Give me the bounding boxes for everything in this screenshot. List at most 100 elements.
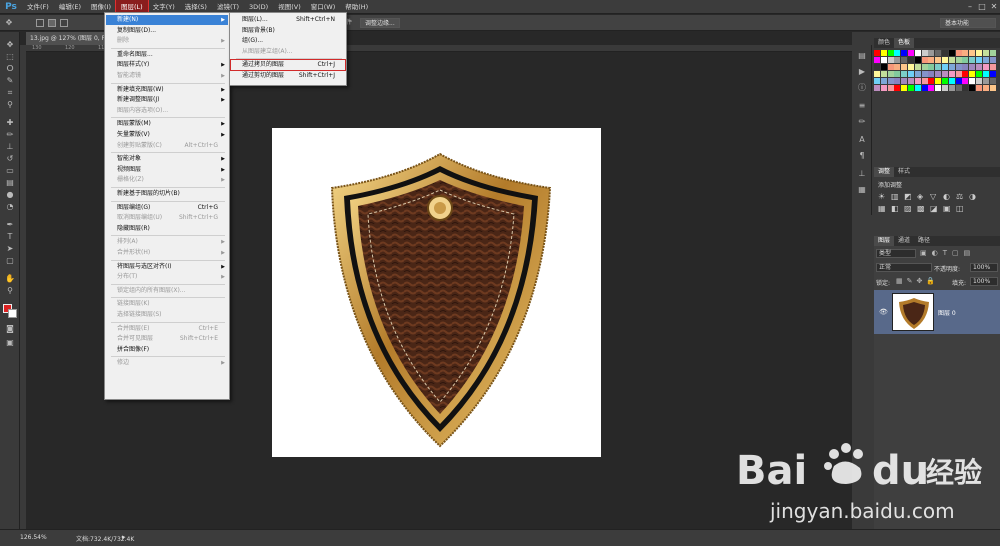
color-swatch[interactable] — [942, 57, 948, 63]
color-swatch[interactable] — [955, 71, 962, 77]
minimize-icon[interactable]: – — [964, 0, 976, 14]
color-swatch[interactable] — [874, 85, 880, 91]
color-swatch[interactable] — [942, 85, 948, 91]
adjustment-icon[interactable]: ▨ — [904, 204, 912, 213]
blur-tool-icon[interactable]: ● — [4, 190, 16, 200]
color-swatch[interactable] — [921, 64, 928, 70]
color-swatch[interactable] — [955, 50, 962, 56]
lock-paint-icon[interactable]: ✎ — [907, 277, 913, 285]
color-swatch[interactable] — [908, 64, 914, 70]
color-swatch[interactable] — [935, 64, 942, 70]
color-swatch[interactable] — [969, 50, 976, 56]
menu-item[interactable]: 隐藏图层(R) — [106, 224, 228, 234]
color-swatch[interactable] — [928, 50, 935, 56]
menu-item[interactable]: 图层背景(B) — [231, 26, 345, 36]
adjustment-icon[interactable]: ◈ — [917, 192, 923, 201]
color-swatch[interactable] — [989, 57, 996, 63]
color-swatch[interactable] — [914, 57, 921, 63]
color-swatch[interactable] — [887, 71, 894, 77]
color-swatch[interactable] — [976, 50, 982, 56]
color-swatch[interactable] — [982, 57, 989, 63]
menu-0[interactable]: 文件(F) — [22, 0, 54, 14]
color-swatch[interactable] — [969, 85, 976, 91]
color-swatch[interactable] — [969, 71, 976, 77]
adjustment-icon[interactable]: ☀ — [878, 192, 885, 201]
color-swatch[interactable] — [874, 57, 880, 63]
tab-color[interactable]: 颜色 — [874, 38, 894, 48]
color-swatch[interactable] — [982, 50, 989, 56]
screen-mode-icon[interactable]: ▣ — [4, 338, 16, 348]
color-swatch[interactable] — [982, 78, 989, 84]
menu-item[interactable]: 将图层与选区对齐(I) ▶ — [106, 262, 228, 272]
add-selection-icon[interactable] — [48, 19, 56, 27]
paragraph-panel-icon[interactable]: ¶ — [856, 151, 868, 161]
menu-item[interactable]: 复制图层(D)... — [106, 26, 228, 36]
adjustment-icon[interactable]: ◪ — [930, 204, 938, 213]
color-swatch[interactable] — [874, 71, 880, 77]
layer-row[interactable]: 👁 图层 0 — [874, 290, 1000, 334]
menu-item[interactable]: 新建填充图层(W) ▶ — [106, 85, 228, 95]
adjustment-icon[interactable]: ▽ — [930, 192, 936, 201]
adjustment-icon[interactable]: ◩ — [904, 192, 912, 201]
document-canvas[interactable] — [272, 128, 601, 457]
color-swatch[interactable] — [962, 57, 969, 63]
color-swatch[interactable] — [874, 50, 880, 56]
adjustment-icon[interactable]: ▣ — [943, 204, 951, 213]
color-swatch[interactable] — [928, 85, 935, 91]
color-swatch[interactable] — [928, 78, 935, 84]
eye-icon[interactable]: 👁 — [879, 308, 888, 316]
color-swatch[interactable] — [914, 50, 921, 56]
color-swatch[interactable] — [962, 85, 969, 91]
actions-panel-icon[interactable]: ▶ — [856, 67, 868, 77]
color-swatch[interactable] — [982, 64, 989, 70]
color-swatch[interactable] — [908, 57, 914, 63]
color-swatch[interactable] — [894, 57, 901, 63]
color-swatch[interactable] — [942, 78, 948, 84]
menu-item[interactable]: 矢量蒙版(V) ▶ — [106, 130, 228, 140]
color-swatch[interactable] — [948, 64, 955, 70]
marquee-tool-icon[interactable]: ⬚ — [4, 52, 16, 62]
color-swatch[interactable] — [887, 78, 894, 84]
color-swatch[interactable] — [921, 71, 928, 77]
adjustment-icon[interactable]: ◧ — [891, 204, 899, 213]
color-swatch[interactable] — [908, 71, 914, 77]
color-swatch[interactable] — [955, 57, 962, 63]
color-swatch[interactable] — [887, 64, 894, 70]
text-tool-icon[interactable]: T — [4, 232, 16, 242]
menu-item[interactable]: 新建(N) ▶ — [106, 15, 228, 25]
color-swatch[interactable] — [901, 50, 908, 56]
lock-position-icon[interactable]: ✥ — [917, 277, 923, 285]
menu-item[interactable]: 视频图层 ▶ — [106, 165, 228, 175]
maximize-icon[interactable]: □ — [976, 0, 988, 14]
shape-filter-icon[interactable]: ▢ — [952, 249, 959, 257]
menu-item[interactable]: 通过剪切的图层 Shift+Ctrl+J — [231, 71, 345, 81]
new-selection-icon[interactable] — [36, 19, 44, 27]
color-swatch[interactable] — [901, 85, 908, 91]
tab-adjustments[interactable]: 调整 — [874, 167, 895, 177]
menu-item[interactable]: 图层样式(Y) ▶ — [106, 60, 228, 70]
adjustment-icon[interactable]: ▩ — [917, 204, 925, 213]
history-brush-tool-icon[interactable]: ↺ — [4, 154, 16, 164]
color-swatch[interactable] — [969, 78, 976, 84]
adjustment-icon[interactable]: ◑ — [969, 192, 976, 201]
color-swatch[interactable] — [935, 50, 942, 56]
tab-styles[interactable]: 样式 — [894, 167, 914, 177]
color-swatch[interactable] — [948, 78, 955, 84]
color-swatch[interactable] — [989, 85, 996, 91]
timeline-panel-icon[interactable]: ▦ — [856, 185, 868, 195]
lock-pixels-icon[interactable]: ▦ — [896, 277, 903, 285]
path-select-tool-icon[interactable]: ➤ — [4, 244, 16, 254]
color-swatch[interactable] — [942, 50, 948, 56]
color-swatch[interactable] — [989, 64, 996, 70]
hand-tool-icon[interactable]: ✋ — [4, 274, 16, 284]
fill-field[interactable]: 100% — [970, 277, 998, 286]
color-swatch[interactable] — [948, 50, 955, 56]
color-swatch[interactable] — [955, 64, 962, 70]
color-swatch[interactable] — [908, 85, 914, 91]
pen-tool-icon[interactable]: ✒ — [4, 220, 16, 230]
color-swatch[interactable] — [880, 71, 887, 77]
color-swatch[interactable] — [901, 57, 908, 63]
refine-edge-button[interactable]: 调整边缘... — [360, 18, 400, 28]
color-swatch[interactable] — [976, 71, 982, 77]
color-swatch[interactable] — [976, 64, 982, 70]
